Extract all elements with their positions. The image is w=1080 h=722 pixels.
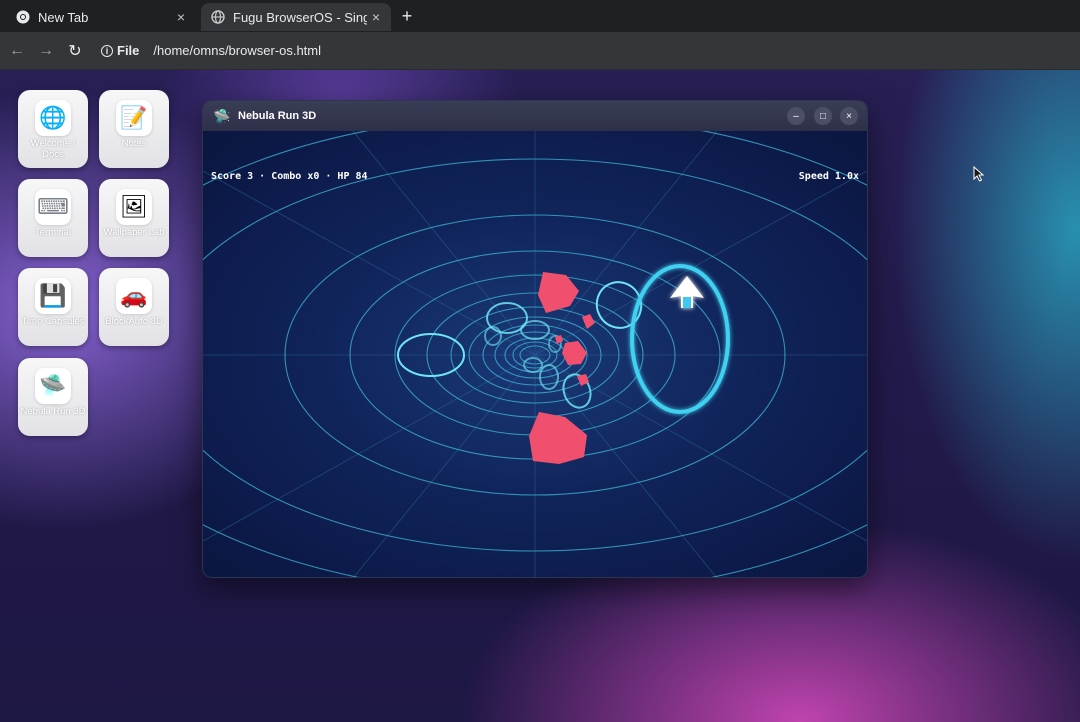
globe-icon: 🌐	[35, 100, 71, 136]
window-close-button[interactable]: ×	[840, 107, 858, 125]
chrome-icon	[16, 10, 30, 24]
tunnel-spokes	[203, 131, 867, 577]
reload-button[interactable]: ↻	[63, 39, 87, 63]
mouse-cursor-icon	[973, 166, 985, 182]
minimize-button[interactable]: –	[787, 107, 805, 125]
tab-fugu-browseros[interactable]: Fugu BrowserOS - Single ×	[201, 3, 391, 31]
desktop-icon-label: Notes	[121, 138, 147, 149]
obstacle	[529, 412, 587, 464]
tab-title: Fugu BrowserOS - Single	[233, 9, 367, 25]
notepad-icon: 📝	[116, 100, 152, 136]
info-icon[interactable]: i	[101, 44, 113, 57]
desktop-icon-notes[interactable]: 📝 Notes	[99, 90, 169, 168]
window-title: Nebula Run 3D	[238, 110, 317, 122]
keyboard-icon: ⌨	[35, 189, 71, 225]
desktop: 🌐 Welcome / Docs 📝 Notes ⌨ Terminal 🖼 Wa…	[0, 70, 1080, 722]
browser-toolbar: ← → ↻ i File /home/omns/browser-os.html	[0, 32, 1080, 70]
maximize-button[interactable]: □	[814, 107, 832, 125]
picture-icon: 🖼	[116, 189, 152, 225]
ufo-icon: 🛸	[35, 368, 71, 404]
url-text[interactable]: /home/omns/browser-os.html	[153, 43, 321, 58]
hud-speed: Speed 1.0x	[798, 171, 859, 182]
floppy-disk-icon: 💾	[35, 278, 71, 314]
desktop-icon-label: Nebula Run 3D	[20, 406, 86, 417]
desktop-icon-nebula-run-3d[interactable]: 🛸 Nebula Run 3D	[18, 358, 88, 436]
desktop-icon-label: Terminal	[35, 227, 71, 238]
desktop-icon-label: BlockAuto 3D	[105, 316, 163, 327]
tunnel-scene	[203, 131, 867, 577]
desktop-icon-blockauto-3d[interactable]: 🚗 BlockAuto 3D	[99, 268, 169, 346]
hud-stats: Score 3 · Combo x0 · HP 84	[211, 171, 368, 182]
car-icon: 🚗	[116, 278, 152, 314]
app-window-nebula-run[interactable]: 🛸 Nebula Run 3D – □ × Score 3 · Combo x0…	[202, 100, 868, 578]
window-titlebar[interactable]: 🛸 Nebula Run 3D – □ ×	[203, 101, 867, 131]
obstacle	[562, 341, 587, 365]
desktop-icon-label: Welcome / Docs	[30, 138, 76, 160]
tab-new-tab[interactable]: New Tab ×	[6, 4, 196, 30]
boost-rings	[397, 281, 643, 409]
desktop-icon-label: Time Capsules	[21, 316, 85, 327]
desktop-icon-wallpaper-lab[interactable]: 🖼 Wallpaper Lab	[99, 179, 169, 257]
globe-icon	[211, 10, 225, 24]
desktop-icon-terminal[interactable]: ⌨ Terminal	[18, 179, 88, 257]
desktop-icon-time-capsules[interactable]: 💾 Time Capsules	[18, 268, 88, 346]
tab-strip: New Tab × Fugu BrowserOS - Single × +	[0, 0, 1080, 32]
player-ship	[670, 276, 704, 308]
close-tab-icon[interactable]: ×	[172, 9, 190, 25]
ufo-icon: 🛸	[213, 107, 231, 124]
desktop-icon-label: Wallpaper Lab	[103, 227, 165, 238]
close-tab-icon[interactable]: ×	[367, 9, 385, 25]
url-scheme: File	[117, 43, 140, 58]
back-button[interactable]: ←	[5, 39, 29, 63]
desktop-icon-welcome-docs[interactable]: 🌐 Welcome / Docs	[18, 90, 88, 168]
forward-button[interactable]: →	[34, 39, 58, 63]
new-tab-button[interactable]: +	[398, 6, 416, 27]
tab-title: New Tab	[38, 9, 89, 25]
game-canvas[interactable]: Score 3 · Combo x0 · HP 84 Speed 1.0x	[203, 131, 867, 577]
address-bar[interactable]: i File /home/omns/browser-os.html	[101, 37, 321, 65]
